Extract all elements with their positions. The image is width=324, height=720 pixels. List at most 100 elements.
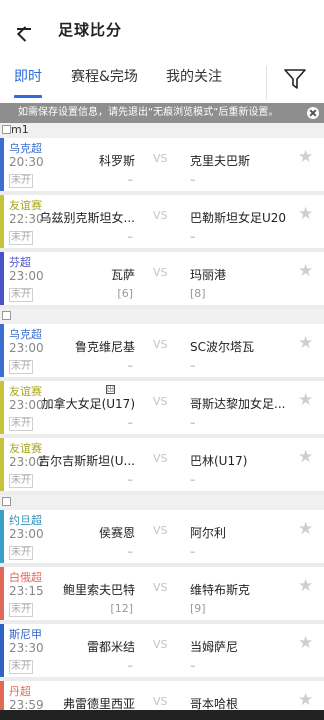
tab-divider bbox=[266, 66, 267, 100]
match-row[interactable]: 白俄超 23:15 未开 鲍里索夫巴特 VS 维特布斯克 [12] [9] ★ bbox=[0, 567, 324, 624]
home-team: 雷都米结 bbox=[86, 640, 135, 654]
star-icon[interactable]: ★ bbox=[298, 149, 313, 166]
filter-icon[interactable] bbox=[283, 68, 307, 90]
away-rank: – bbox=[190, 659, 196, 672]
close-icon[interactable] bbox=[307, 107, 319, 119]
vs-label: VS bbox=[153, 266, 168, 279]
league-color-bar bbox=[0, 324, 4, 377]
league-color-bar bbox=[0, 510, 4, 563]
star-icon[interactable]: ★ bbox=[298, 635, 313, 652]
star-icon[interactable]: ★ bbox=[298, 263, 313, 280]
away-rank: [8] bbox=[190, 287, 206, 300]
league-name: 乌克超 bbox=[9, 328, 42, 341]
ad-banner[interactable] bbox=[0, 495, 324, 510]
match-status-badge: 未开 bbox=[9, 474, 33, 488]
star-icon[interactable]: ★ bbox=[298, 692, 313, 709]
vs-label: VS bbox=[153, 338, 168, 351]
star-icon[interactable]: ★ bbox=[298, 449, 313, 466]
match-status-badge: 未开 bbox=[9, 288, 33, 302]
match-status-badge: 未开 bbox=[9, 231, 33, 245]
match-row[interactable]: 友谊赛 23:00 未开 吉尔吉斯斯坦(U... VS 巴林(U17) – – … bbox=[0, 438, 324, 495]
tab-live[interactable]: 即时 bbox=[14, 58, 42, 100]
vs-label: VS bbox=[153, 209, 168, 222]
star-icon[interactable]: ★ bbox=[298, 521, 313, 538]
match-row[interactable]: 友谊赛 22:30 未开 乌兹别克斯坦女... VS 巴勒斯坦女足U20 – –… bbox=[0, 195, 324, 252]
home-team: 鲍里索夫巴特 bbox=[62, 583, 135, 597]
vs-label: VS bbox=[153, 395, 168, 408]
header: 足球比分 即时 赛程&完场 我的关注 bbox=[0, 0, 324, 100]
star-icon[interactable]: ★ bbox=[298, 206, 313, 223]
back-arrow-icon[interactable] bbox=[12, 17, 36, 41]
match-status-badge: 未开 bbox=[9, 360, 33, 374]
home-rank: – bbox=[127, 416, 134, 429]
notice-text: 如需保存设置信息，请先退出“无痕浏览模式”后重新设置。 bbox=[18, 107, 279, 118]
vs-label: VS bbox=[153, 152, 168, 165]
match-time: 23:00 bbox=[9, 341, 44, 355]
home-rank: – bbox=[127, 173, 134, 186]
home-rank: – bbox=[127, 359, 134, 372]
away-team: 巴勒斯坦女足U20 bbox=[190, 211, 287, 225]
tab-schedule-results[interactable]: 赛程&完场 bbox=[71, 58, 138, 100]
league-color-bar bbox=[0, 381, 4, 434]
home-rank: [6] bbox=[117, 287, 133, 300]
star-icon[interactable]: ★ bbox=[298, 578, 313, 595]
away-team: 哥斯达黎加女足... bbox=[190, 397, 286, 411]
page-title: 足球比分 bbox=[58, 20, 123, 39]
league-color-bar bbox=[0, 252, 4, 305]
league-name: 友谊赛 bbox=[9, 385, 42, 398]
vs-label: VS bbox=[153, 581, 168, 594]
away-team: 克里夫巴斯 bbox=[190, 154, 251, 168]
tab-bar: 即时 赛程&完场 我的关注 bbox=[0, 58, 324, 100]
match-time: 23:00 bbox=[9, 527, 44, 541]
away-team: 巴林(U17) bbox=[190, 454, 248, 468]
home-team: 吉尔吉斯斯坦(U... bbox=[38, 454, 135, 468]
home-rank: [12] bbox=[110, 602, 133, 615]
league-name: 友谊赛 bbox=[9, 442, 42, 455]
top-bar: 足球比分 bbox=[0, 0, 324, 58]
broken-image-icon bbox=[2, 125, 11, 134]
away-team: SC波尔塔瓦 bbox=[190, 340, 254, 354]
home-team: 侯赛恩 bbox=[98, 526, 135, 540]
match-time: 23:00 bbox=[9, 398, 44, 412]
match-status-badge: 未开 bbox=[9, 174, 33, 188]
league-name: 乌克超 bbox=[9, 142, 42, 155]
vs-label: VS bbox=[153, 452, 168, 465]
match-row[interactable]: 斯尼甲 23:30 未开 雷都米结 VS 当姆萨尼 – – ★ bbox=[0, 624, 324, 681]
star-icon[interactable]: ★ bbox=[298, 392, 313, 409]
ad-banner[interactable]: m1 bbox=[0, 123, 324, 138]
home-rank: – bbox=[127, 473, 134, 486]
league-name: 斯尼甲 bbox=[9, 628, 42, 641]
match-row[interactable]: 友谊赛 23:00 未开 田 加拿大女足(U17) VS 哥斯达黎加女足... … bbox=[0, 381, 324, 438]
tv-broadcast-icon: 田 bbox=[106, 385, 115, 394]
league-name: 芬超 bbox=[9, 256, 31, 269]
match-row[interactable]: 芬超 23:00 未开 瓦萨 VS 玛丽港 [6] [8] ★ bbox=[0, 252, 324, 309]
ad-label: m1 bbox=[11, 123, 29, 136]
notice-banner: 如需保存设置信息，请先退出“无痕浏览模式”后重新设置。 bbox=[0, 103, 324, 123]
league-color-bar bbox=[0, 567, 4, 620]
match-status-badge: 未开 bbox=[9, 417, 33, 431]
vs-label: VS bbox=[153, 638, 168, 651]
active-tab-indicator bbox=[14, 95, 42, 98]
match-row[interactable]: 乌克超 20:30 未开 科罗斯 VS 克里夫巴斯 – – ★ bbox=[0, 138, 324, 195]
match-row[interactable]: 约旦超 23:00 未开 侯赛恩 VS 阿尔利 – – ★ bbox=[0, 510, 324, 567]
home-rank: – bbox=[127, 230, 134, 243]
match-list: m1 乌克超 20:30 未开 科罗斯 VS 克里夫巴斯 – – ★ 友谊赛 2… bbox=[0, 123, 324, 720]
away-rank: – bbox=[190, 473, 196, 486]
system-nav-bar bbox=[0, 710, 324, 720]
vs-label: VS bbox=[153, 524, 168, 537]
home-team: 乌兹别克斯坦女... bbox=[39, 211, 135, 225]
league-color-bar bbox=[0, 624, 4, 677]
star-icon[interactable]: ★ bbox=[298, 335, 313, 352]
away-team: 当姆萨尼 bbox=[190, 640, 239, 654]
match-time: 20:30 bbox=[9, 155, 44, 169]
home-team: 鲁克维尼基 bbox=[74, 340, 135, 354]
ad-banner[interactable] bbox=[0, 309, 324, 324]
match-row[interactable]: 乌克超 23:00 未开 鲁克维尼基 VS SC波尔塔瓦 – – ★ bbox=[0, 324, 324, 381]
home-rank: – bbox=[127, 545, 134, 558]
away-rank: [9] bbox=[190, 602, 206, 615]
tab-my-favorites[interactable]: 我的关注 bbox=[166, 58, 222, 100]
home-team: 科罗斯 bbox=[98, 154, 135, 168]
league-color-bar bbox=[0, 438, 4, 491]
league-name: 白俄超 bbox=[9, 571, 42, 584]
league-color-bar bbox=[0, 138, 4, 191]
